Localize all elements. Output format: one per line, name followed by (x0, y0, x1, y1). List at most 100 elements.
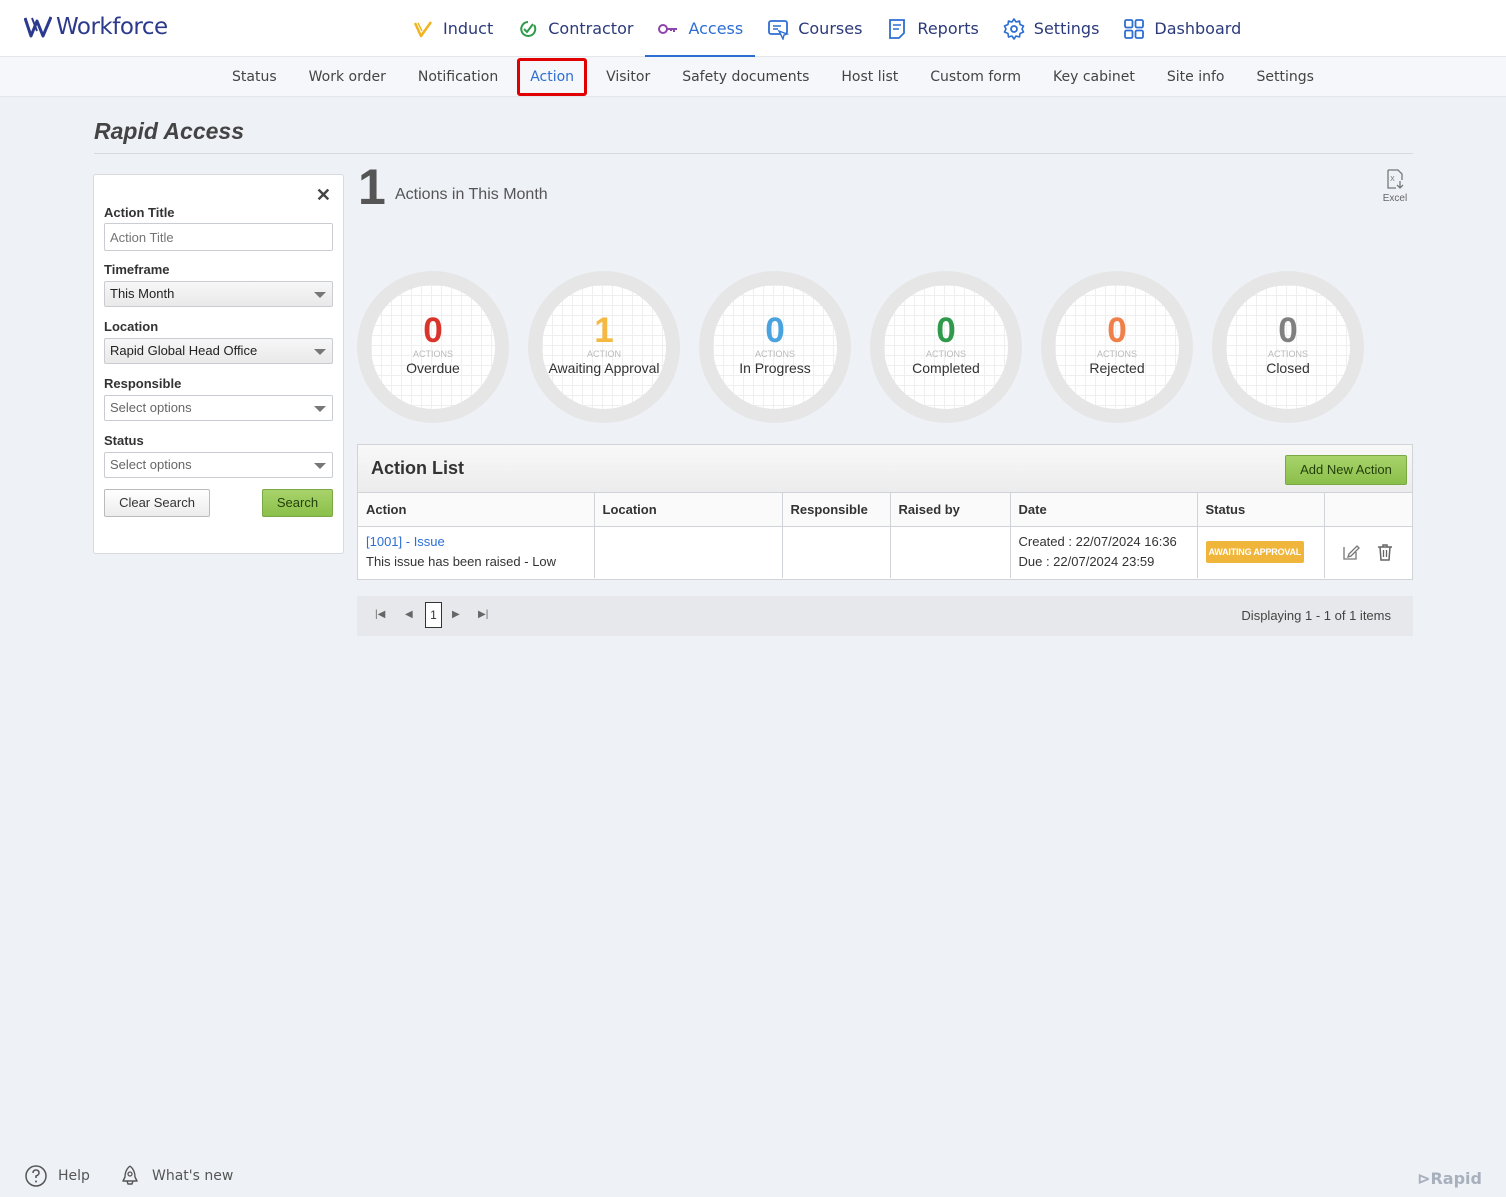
column-header-status[interactable]: Status (1197, 493, 1325, 527)
stat-rejected[interactable]: 0 ACTIONS Rejected (1041, 271, 1193, 423)
workforce-logo[interactable]: Workforce (24, 14, 168, 40)
prev-page-icon[interactable]: ◀ (405, 609, 413, 620)
stat-closed[interactable]: 0 ACTIONS Closed (1212, 271, 1364, 423)
excel-export-button[interactable]: X Excel (1378, 168, 1412, 204)
main-nav-label: Contractor (548, 19, 634, 38)
stat-in-progress[interactable]: 0 ACTIONS In Progress (699, 271, 851, 423)
contractor-icon (517, 18, 539, 40)
close-filter-button[interactable]: ✕ (316, 185, 331, 206)
delete-icon[interactable] (1375, 542, 1395, 562)
stat-caption: ACTIONS (412, 349, 453, 359)
main-nav-access[interactable]: Access (645, 0, 756, 57)
last-page-icon[interactable]: ▶| (478, 609, 488, 620)
main-nav-label: Courses (798, 19, 863, 38)
status-select[interactable]: Select options (104, 452, 333, 478)
stat-circle-inner: 0 ACTIONS Completed (884, 285, 1008, 409)
action-title-label: Action Title (104, 205, 175, 220)
responsible-cell (782, 526, 891, 578)
app-name: Workforce (56, 14, 168, 40)
stat-caption: ACTIONS (754, 349, 795, 359)
raised-by-cell (890, 526, 1011, 578)
clear-search-button[interactable]: Clear Search (104, 489, 210, 517)
main-nav-reports[interactable]: Reports (874, 0, 990, 57)
access-key-icon (657, 18, 679, 40)
whats-new-link[interactable]: What's new (118, 1164, 233, 1188)
due-date: Due : 22/07/2024 23:59 (1018, 554, 1155, 570)
action-list-panel: Action List Add New Action Action Locati… (357, 444, 1413, 580)
add-new-action-button[interactable]: Add New Action (1285, 455, 1407, 485)
stat-value: 0 (936, 311, 956, 350)
stat-value: 1 (594, 311, 614, 350)
footer: Help What's new ⊳Rapid (0, 1160, 1506, 1197)
tab-status[interactable]: Status (216, 57, 293, 97)
stat-awaiting-approval[interactable]: 1 ACTION Awaiting Approval (528, 271, 680, 423)
first-page-icon[interactable]: |◀ (375, 609, 385, 620)
tab-visitor[interactable]: Visitor (590, 57, 666, 97)
tab-action[interactable]: Action (514, 57, 590, 97)
main-nav-courses[interactable]: Courses (755, 0, 874, 57)
main-nav-label: Settings (1033, 19, 1100, 38)
chevron-down-icon (314, 349, 326, 355)
rocket-icon (122, 1165, 138, 1185)
stat-overdue[interactable]: 0 ACTIONS Overdue (357, 271, 509, 423)
chevron-down-icon (314, 406, 326, 412)
tab-settings[interactable]: Settings (1240, 57, 1329, 97)
search-button[interactable]: Search (262, 489, 333, 517)
stat-value: 0 (423, 311, 443, 350)
location-select[interactable]: Rapid Global Head Office (104, 338, 333, 364)
stat-circle-inner: 0 ACTIONS Closed (1226, 285, 1350, 409)
main-nav-contractor[interactable]: Contractor (505, 0, 645, 57)
timeframe-select[interactable]: This Month (104, 281, 333, 307)
stat-circle-inner: 0 ACTIONS Rejected (1055, 285, 1179, 409)
action-title-input[interactable] (104, 223, 333, 251)
page-number-button[interactable]: 1 (425, 602, 442, 628)
actions-count-label: Actions in This Month (395, 186, 548, 203)
tab-key-cabinet[interactable]: Key cabinet (1037, 57, 1151, 97)
stat-label: Awaiting Approval (548, 360, 660, 376)
column-header-action[interactable]: Action (358, 493, 595, 527)
action-link[interactable]: [1001] - Issue (366, 532, 594, 552)
timeframe-label: Timeframe (104, 262, 170, 277)
column-header-location[interactable]: Location (594, 493, 783, 527)
next-page-icon[interactable]: ▶ (452, 609, 460, 620)
tab-site-info[interactable]: Site info (1151, 57, 1241, 97)
top-header: Workforce Induct Contractor Access Courses R… (0, 0, 1506, 57)
stat-label: Closed (1266, 360, 1310, 376)
main-nav-label: Dashboard (1154, 19, 1242, 38)
action-list-header: Action List Add New Action (358, 445, 1412, 493)
stat-value: 0 (765, 311, 785, 350)
tab-host-list[interactable]: Host list (825, 57, 914, 97)
stat-completed[interactable]: 0 ACTIONS Completed (870, 271, 1022, 423)
responsible-label: Responsible (104, 376, 182, 391)
stat-value: 0 (1278, 311, 1298, 350)
pagination: |◀ ◀ 1 ▶ ▶| Displaying 1 - 1 of 1 items (357, 596, 1413, 636)
column-header-responsible[interactable]: Responsible (782, 493, 891, 527)
pagination-info: Displaying 1 - 1 of 1 items (1241, 608, 1391, 623)
tab-custom-form[interactable]: Custom form (914, 57, 1037, 97)
induct-icon (412, 18, 434, 40)
action-cell: [1001] - Issue This issue has been raise… (358, 526, 595, 578)
action-list-title: Action List (371, 458, 464, 478)
row-actions-cell (1324, 526, 1412, 578)
location-label: Location (104, 319, 159, 334)
actions-count: 1 (358, 159, 386, 215)
tab-safety-documents[interactable]: Safety documents (666, 57, 825, 97)
stat-circle-inner: 1 ACTION Awaiting Approval (542, 285, 666, 409)
main-nav-settings[interactable]: Settings (991, 0, 1112, 57)
excel-icon: X (1387, 169, 1404, 189)
column-header-raised-by[interactable]: Raised by (890, 493, 1011, 527)
created-date: Created : 22/07/2024 16:36 (1018, 534, 1177, 550)
main-nav-dashboard[interactable]: Dashboard (1111, 0, 1253, 57)
responsible-select[interactable]: Select options (104, 395, 333, 421)
main-nav-induct[interactable]: Induct (400, 0, 505, 57)
column-header-date[interactable]: Date (1010, 493, 1198, 527)
chevron-down-icon (314, 463, 326, 469)
stat-label: Completed (912, 360, 980, 376)
stat-label: In Progress (739, 360, 811, 376)
responsible-placeholder: Select options (110, 400, 192, 415)
tab-notification[interactable]: Notification (402, 57, 514, 97)
edit-icon[interactable] (1341, 542, 1361, 562)
excel-label: Excel (1382, 193, 1408, 204)
tab-work-order[interactable]: Work order (293, 57, 402, 97)
help-link[interactable]: Help (24, 1164, 90, 1188)
